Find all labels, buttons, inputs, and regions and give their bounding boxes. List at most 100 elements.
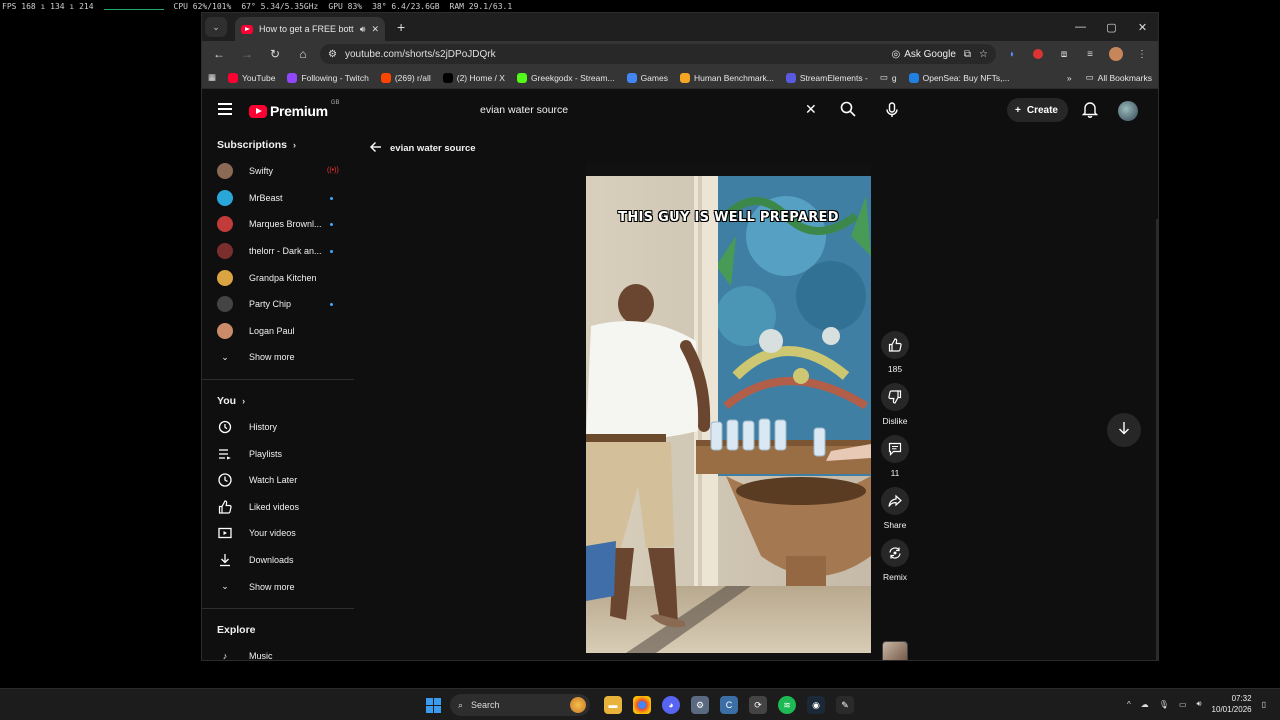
search-icon[interactable] bbox=[839, 100, 857, 118]
menu-icon[interactable] bbox=[218, 103, 232, 115]
discord-icon[interactable]: ◕ bbox=[662, 696, 680, 714]
bookmark-opensea[interactable]: OpenSea: Buy NFTs,... bbox=[908, 72, 1010, 83]
sidebar-item-mrbeast[interactable]: MrBeast bbox=[202, 185, 354, 212]
comments-button[interactable]: 11 bbox=[880, 435, 910, 478]
apps-grid-icon[interactable]: ▦ bbox=[208, 72, 216, 83]
search-input[interactable]: evian water source bbox=[472, 98, 832, 122]
onedrive-icon[interactable]: ☁︎ bbox=[1141, 700, 1149, 709]
more-bookmarks-icon[interactable]: » bbox=[1067, 73, 1072, 83]
install-icon[interactable]: ⧉ bbox=[964, 49, 971, 60]
bookmark-favicon-icon bbox=[785, 72, 796, 83]
bookmark-favicon-icon bbox=[516, 72, 527, 83]
sidebar-item-party-chip[interactable]: Party Chip bbox=[202, 291, 354, 318]
sidebar-item-history[interactable]: History bbox=[202, 414, 354, 441]
network-icon[interactable]: ▭ bbox=[1179, 700, 1187, 709]
media-controls-icon[interactable]: ≡ bbox=[1080, 44, 1100, 64]
home-icon[interactable]: ⌂ bbox=[292, 43, 314, 65]
create-button[interactable]: + Create bbox=[1007, 98, 1068, 122]
new-content-dot bbox=[330, 196, 333, 200]
back-arrow-icon bbox=[370, 141, 382, 156]
show-more-you[interactable]: ⌄ Show more bbox=[202, 573, 354, 600]
forward-arrow-icon[interactable]: → bbox=[236, 43, 258, 65]
windows-start-icon[interactable] bbox=[426, 698, 441, 713]
tab-search-button[interactable]: ⌄ bbox=[205, 17, 227, 37]
extension-red-icon[interactable] bbox=[1028, 44, 1048, 64]
chrome-icon[interactable] bbox=[633, 696, 651, 714]
extension-blue-icon[interactable]: ◗ bbox=[1002, 44, 1022, 64]
sidebar-item-logan-paul[interactable]: Logan Paul bbox=[202, 318, 354, 345]
next-short-button[interactable] bbox=[1107, 413, 1141, 447]
notification-icon[interactable]: ▯ bbox=[1262, 700, 1266, 709]
bookmark-youtube[interactable]: YouTube bbox=[228, 72, 275, 83]
profile-avatar[interactable] bbox=[1106, 44, 1126, 64]
sidebar-item-liked-videos[interactable]: Liked videos bbox=[202, 494, 354, 521]
speaker-icon[interactable]: 🔊︎ bbox=[360, 24, 366, 35]
reload-icon[interactable]: ↻ bbox=[264, 43, 286, 65]
sidebar-item-marques-brownlee[interactable]: Marques Brownl... bbox=[202, 211, 354, 238]
share-button[interactable]: Share bbox=[880, 487, 910, 530]
clear-search-icon[interactable]: ✕ bbox=[805, 101, 817, 118]
all-bookmarks-button[interactable]: ▭ All Bookmarks bbox=[1086, 72, 1152, 83]
app-c-icon[interactable]: C bbox=[720, 696, 738, 714]
app-refresh-icon[interactable]: ⟳ bbox=[749, 696, 767, 714]
steam-icon[interactable]: ◉ bbox=[807, 696, 825, 714]
new-tab-button[interactable]: + bbox=[397, 19, 405, 35]
sidebar-item-swifty[interactable]: Swifty ((•)) bbox=[202, 158, 354, 185]
page-scrollbar[interactable] bbox=[1156, 219, 1158, 660]
bookmark-kick[interactable]: Greekgodx - Stream... bbox=[516, 72, 615, 83]
browser-menu-icon[interactable]: ⋮ bbox=[1132, 44, 1152, 64]
bookmark-streamelements[interactable]: StreamElements - bbox=[785, 72, 868, 83]
spotify-icon[interactable]: ≋ bbox=[778, 696, 796, 714]
taskbar-search[interactable]: ⌕ Search bbox=[450, 694, 590, 716]
site-info-icon[interactable]: ⚙︎ bbox=[328, 49, 337, 60]
extensions-puzzle-icon[interactable]: ⧈ bbox=[1054, 44, 1074, 64]
you-header[interactable]: You › bbox=[202, 388, 354, 414]
subscriptions-header[interactable]: Subscriptions › bbox=[202, 132, 354, 158]
address-bar[interactable]: ⚙︎ youtube.com/shorts/s2jDPoJDQrk ◎ Ask … bbox=[320, 44, 996, 64]
bookmark-label: Following - Twitch bbox=[301, 72, 369, 83]
sidebar-item-grandpa-kitchen[interactable]: Grandpa Kitchen bbox=[202, 264, 354, 291]
remix-button[interactable]: Remix bbox=[880, 539, 910, 582]
browser-window: ⌄ How to get a FREE bottle of 🔊︎ ✕ + — ▢… bbox=[201, 12, 1159, 661]
microphone-icon[interactable] bbox=[882, 100, 902, 120]
short-player[interactable]: THIS GUY IS WELL PREPARED bbox=[586, 163, 871, 656]
maximize-icon[interactable]: ▢ bbox=[1096, 13, 1127, 41]
show-more-subscriptions[interactable]: ⌄ Show more bbox=[202, 344, 354, 371]
volume-icon[interactable]: 🔊︎ bbox=[1197, 699, 1202, 709]
microphone-tray-icon[interactable]: 🎙︎ bbox=[1159, 700, 1169, 709]
youtube-logo-icon bbox=[249, 104, 267, 118]
back-arrow-icon[interactable]: ← bbox=[208, 43, 230, 65]
bookmark-reddit[interactable]: (269) r/all bbox=[380, 72, 431, 83]
bookmark-folder-g[interactable]: ▭ g bbox=[880, 72, 897, 83]
taskbar-clock[interactable]: 07:32 10/01/2026 bbox=[1212, 693, 1252, 715]
sidebar-item-music[interactable]: ♪ Music bbox=[202, 643, 354, 660]
sidebar-item-your-videos[interactable]: Your videos bbox=[202, 520, 354, 547]
settings-gear-icon[interactable]: ⚙︎ bbox=[691, 696, 709, 714]
tray-overflow-icon[interactable]: ^ bbox=[1127, 700, 1131, 709]
ask-google-button[interactable]: ◎ Ask Google bbox=[891, 49, 955, 60]
active-tab[interactable]: How to get a FREE bottle of 🔊︎ ✕ bbox=[235, 17, 385, 41]
bookmark-x[interactable]: (2) Home / X bbox=[442, 72, 505, 83]
star-icon[interactable]: ☆ bbox=[979, 49, 988, 60]
file-explorer-icon[interactable]: ▬ bbox=[604, 696, 622, 714]
sidebar-item-playlists[interactable]: Playlists bbox=[202, 440, 354, 467]
bookmark-twitch[interactable]: Following - Twitch bbox=[287, 72, 369, 83]
app-feather-icon[interactable]: ✎ bbox=[836, 696, 854, 714]
bookmark-human-benchmark[interactable]: Human Benchmark... bbox=[679, 72, 774, 83]
sound-thumbnail[interactable] bbox=[882, 641, 908, 660]
youtube-premium-logo[interactable]: Premium GB bbox=[249, 100, 339, 119]
close-tab-icon[interactable]: ✕ bbox=[371, 24, 379, 35]
notifications-bell-icon[interactable] bbox=[1081, 101, 1099, 123]
bookmark-games[interactable]: Games bbox=[626, 72, 668, 83]
account-avatar[interactable] bbox=[1118, 101, 1138, 121]
short-video[interactable]: THIS GUY IS WELL PREPARED bbox=[586, 176, 871, 653]
like-button[interactable]: 185 bbox=[880, 331, 910, 374]
back-to-search-link[interactable]: evian water source bbox=[370, 141, 476, 156]
dislike-button[interactable]: Dislike bbox=[880, 383, 910, 426]
minimize-icon[interactable]: — bbox=[1065, 13, 1096, 41]
sidebar-item-watch-later[interactable]: Watch Later bbox=[202, 467, 354, 494]
show-more-label: Show more bbox=[249, 581, 295, 592]
sidebar-item-thelorr[interactable]: thelorr - Dark an... bbox=[202, 238, 354, 265]
sidebar-item-downloads[interactable]: Downloads bbox=[202, 547, 354, 574]
close-window-icon[interactable]: ✕ bbox=[1127, 13, 1158, 41]
